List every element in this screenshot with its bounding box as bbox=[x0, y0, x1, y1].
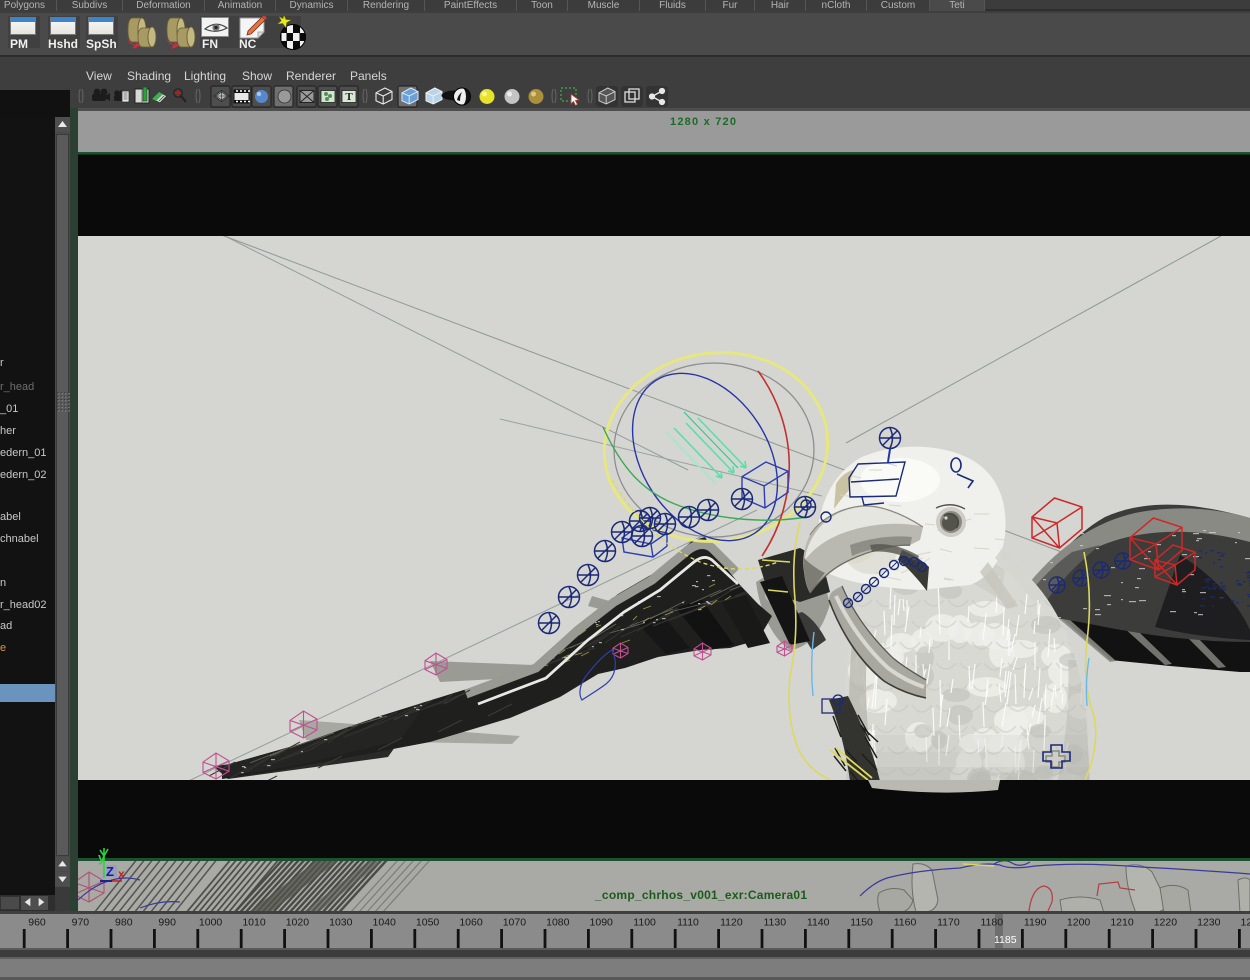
svg-text:1280 x 720: 1280 x 720 bbox=[670, 116, 736, 128]
svg-text:1160: 1160 bbox=[894, 917, 917, 929]
svg-text:Z: Z bbox=[106, 864, 114, 879]
svg-text:1185: 1185 bbox=[994, 934, 1017, 946]
svg-text:1150: 1150 bbox=[850, 917, 873, 929]
svg-text:1230: 1230 bbox=[1197, 917, 1221, 929]
svg-text:1100: 1100 bbox=[633, 917, 656, 929]
svg-text:1060: 1060 bbox=[459, 917, 483, 929]
svg-text:1140: 1140 bbox=[807, 917, 830, 929]
svg-text:1070: 1070 bbox=[503, 917, 527, 929]
svg-text:1040: 1040 bbox=[373, 917, 397, 929]
svg-text:1090: 1090 bbox=[590, 917, 614, 929]
svg-text:1080: 1080 bbox=[546, 917, 570, 929]
svg-text:990: 990 bbox=[158, 917, 176, 929]
svg-text:_comp_chrhos_v001_exr:Camera01: _comp_chrhos_v001_exr:Camera01 bbox=[594, 888, 807, 902]
svg-text:1110: 1110 bbox=[677, 917, 699, 929]
svg-text:x: x bbox=[118, 867, 125, 881]
svg-text:1010: 1010 bbox=[242, 917, 266, 929]
svg-text:1120: 1120 bbox=[720, 917, 743, 929]
svg-text:1130: 1130 bbox=[764, 917, 787, 929]
svg-text:1190: 1190 bbox=[1024, 917, 1047, 929]
svg-text:980: 980 bbox=[115, 917, 133, 929]
svg-text:970: 970 bbox=[72, 917, 90, 929]
svg-text:1000: 1000 bbox=[199, 917, 223, 929]
svg-text:1050: 1050 bbox=[416, 917, 440, 929]
svg-text:T: T bbox=[345, 91, 353, 103]
svg-text:960: 960 bbox=[28, 917, 46, 929]
svg-text:1220: 1220 bbox=[1154, 917, 1178, 929]
svg-text:1210: 1210 bbox=[1110, 917, 1134, 929]
svg-text:1020: 1020 bbox=[286, 917, 310, 929]
svg-text:1200: 1200 bbox=[1067, 917, 1091, 929]
svg-text:1170: 1170 bbox=[937, 917, 960, 929]
svg-text:1030: 1030 bbox=[329, 917, 353, 929]
svg-text:1180: 1180 bbox=[981, 917, 1004, 929]
svg-text:1240: 1240 bbox=[1241, 917, 1250, 929]
